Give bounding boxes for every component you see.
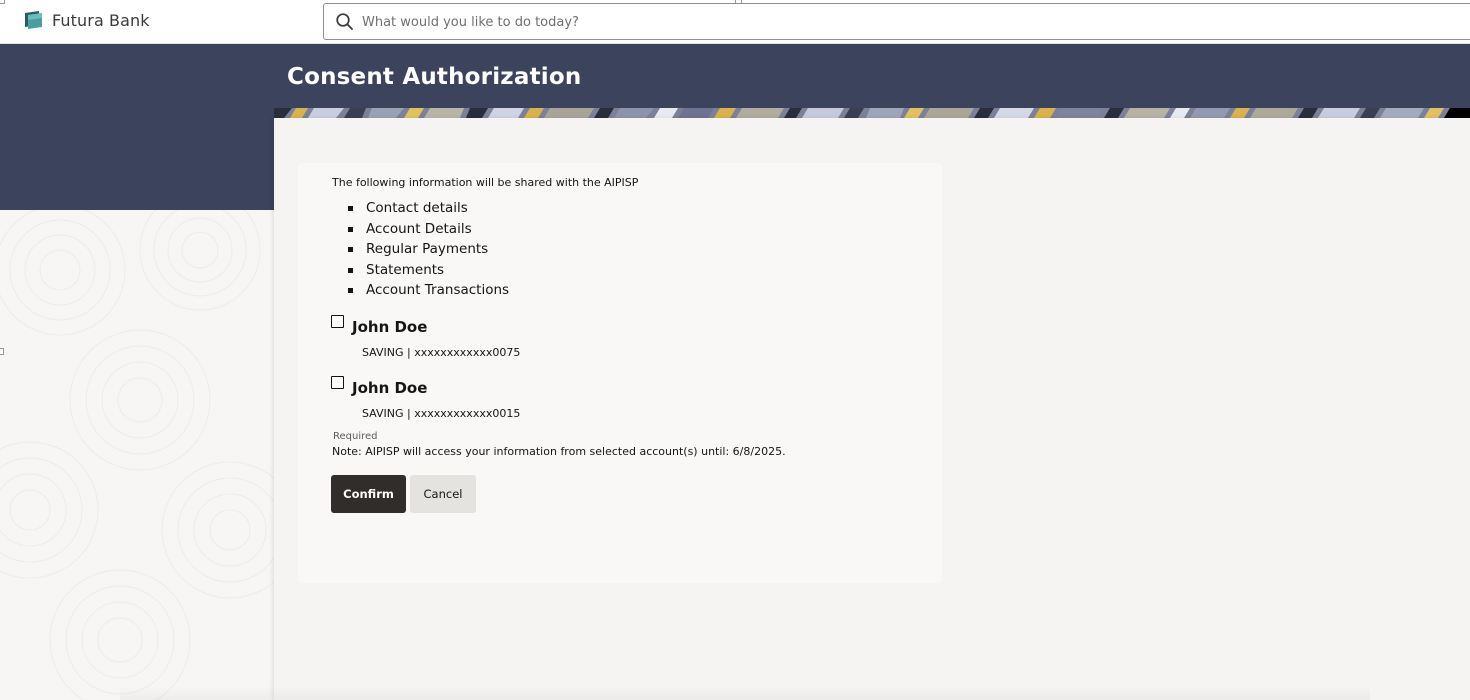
account-detail: SAVING | xxxxxxxxxxxx0015 bbox=[362, 407, 521, 420]
swirl-pattern bbox=[0, 210, 274, 700]
bottom-shadow bbox=[120, 686, 1370, 700]
decorative-background-texture bbox=[0, 210, 274, 700]
brand[interactable]: Futura Bank bbox=[24, 8, 150, 32]
list-item-label: Regular Payments bbox=[366, 241, 489, 257]
shared-information-list: Contact details Account Details Regular … bbox=[332, 198, 509, 301]
account-checkbox[interactable] bbox=[331, 376, 344, 389]
bullet-icon bbox=[348, 288, 353, 293]
consent-note: Note: AIPISP will access your informatio… bbox=[332, 445, 786, 458]
list-item: Account Details bbox=[332, 219, 509, 240]
list-item: Regular Payments bbox=[332, 239, 509, 260]
list-item: Account Transactions bbox=[332, 280, 509, 301]
list-item-label: Contact details bbox=[366, 200, 468, 216]
search-bar[interactable] bbox=[323, 3, 1470, 41]
account-holder-name: John Doe bbox=[352, 318, 428, 336]
bullet-icon bbox=[348, 267, 353, 273]
page-title: Consent Authorization bbox=[287, 64, 582, 90]
required-hint: Required bbox=[333, 431, 378, 442]
cancel-button[interactable]: Cancel bbox=[410, 475, 476, 513]
confirm-button[interactable]: Confirm bbox=[331, 475, 406, 513]
list-item-label: Account Details bbox=[366, 220, 472, 237]
frame-left-marker bbox=[0, 348, 4, 355]
decorative-pattern-strip bbox=[274, 108, 1470, 118]
bullet-icon bbox=[348, 247, 353, 252]
top-header: Futura Bank bbox=[0, 0, 1470, 44]
list-item-label: Statements bbox=[366, 261, 445, 278]
consent-intro-text: The following information will be shared… bbox=[332, 176, 639, 189]
list-item: Statements bbox=[332, 260, 509, 281]
account-detail: SAVING | xxxxxxxxxxxx0075 bbox=[362, 346, 521, 359]
account-checkbox[interactable] bbox=[331, 315, 344, 328]
futura-bank-logo-icon bbox=[25, 11, 42, 29]
account-holder-name: John Doe bbox=[352, 379, 428, 397]
bullet-icon bbox=[348, 226, 353, 232]
pattern-graphic bbox=[274, 108, 1470, 118]
brand-name: Futura Bank bbox=[52, 10, 150, 30]
search-input[interactable] bbox=[360, 4, 1464, 41]
search-icon bbox=[336, 13, 353, 30]
list-item: Contact details bbox=[332, 198, 509, 219]
list-item-label: Account Transactions bbox=[366, 282, 510, 298]
bullet-icon bbox=[348, 206, 353, 211]
frame-corner-marker bbox=[0, 0, 5, 4]
